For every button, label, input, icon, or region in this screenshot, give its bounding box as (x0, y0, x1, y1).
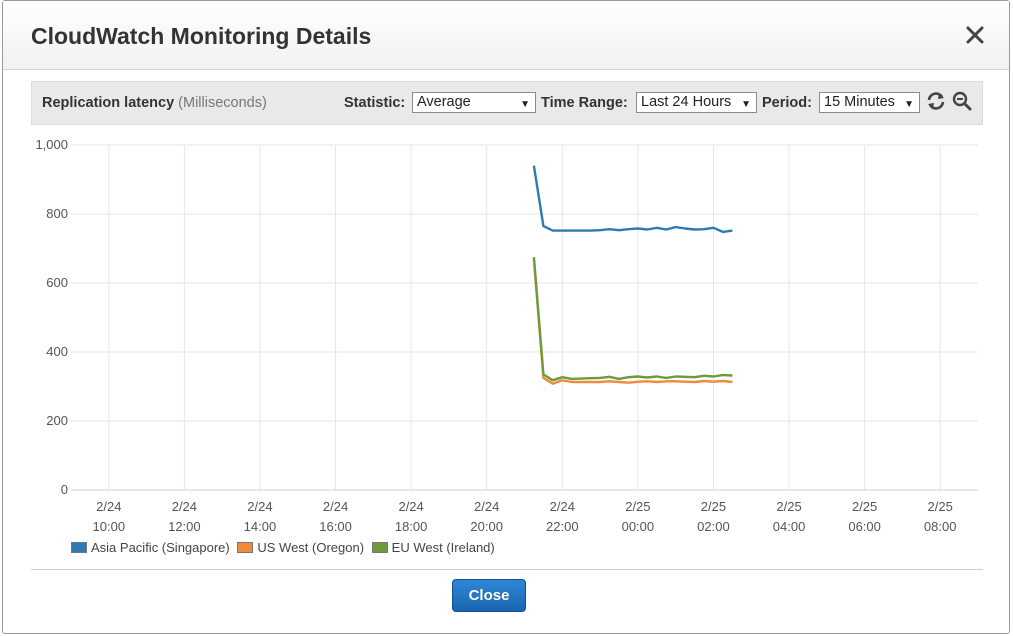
dialog-title: CloudWatch Monitoring Details (31, 23, 372, 49)
x-tick-time: 12:00 (168, 519, 201, 534)
x-tick-time: 18:00 (395, 519, 428, 534)
y-tick-label: 400 (46, 344, 68, 359)
x-tick-date: 2/25 (776, 499, 801, 514)
metric-unit: (Milliseconds) (178, 95, 267, 111)
time-range-value: Last 24 Hours (641, 94, 732, 110)
x-tick-date: 2/24 (323, 499, 348, 514)
x-tick-date: 2/25 (625, 499, 650, 514)
refresh-icon[interactable] (925, 90, 947, 112)
y-tick-label: 200 (46, 413, 68, 428)
monitoring-dialog: CloudWatch Monitoring Details Replicatio… (2, 0, 1010, 634)
statistic-select[interactable]: Average ▼ (412, 92, 536, 113)
x-tick-time: 08:00 (924, 519, 957, 534)
dropdown-arrow-icon: ▼ (741, 99, 751, 110)
latency-chart: 0 200 400 600 800 1,000 2/24 10:00 2/24 12:00 2/24… (3, 131, 1009, 561)
legend-item-singapore[interactable]: Asia Pacific (Singapore) (71, 540, 230, 555)
x-tick-date: 2/24 (398, 499, 423, 514)
x-tick-date: 2/25 (928, 499, 953, 514)
series-line-eu-west-ireland (532, 257, 733, 382)
metric-title: Replication latency (Milliseconds) (42, 95, 267, 111)
x-tick-date: 2/24 (96, 499, 121, 514)
x-tick-time: 10:00 (93, 519, 126, 534)
series-line-us-west-oregon (532, 258, 733, 385)
close-button[interactable]: Close (452, 579, 526, 612)
series-line-asia-pacific-singapore (532, 165, 733, 234)
period-select[interactable]: 15 Minutes ▼ (819, 92, 920, 113)
x-tick-time: 14:00 (244, 519, 277, 534)
metric-toolbar: Replication latency (Milliseconds) Statis… (31, 81, 983, 125)
x-tick-time: 00:00 (622, 519, 655, 534)
legend-swatch (371, 542, 388, 553)
metric-name: Replication latency (42, 95, 175, 111)
period-label: Period: (762, 95, 812, 111)
footer-divider (31, 569, 983, 570)
close-icon[interactable] (963, 23, 987, 47)
x-tick-time: 16:00 (319, 519, 352, 534)
period-value: 15 Minutes (824, 94, 895, 110)
x-tick-time: 06:00 (848, 519, 881, 534)
x-tick-time: 22:00 (546, 519, 579, 534)
x-tick-date: 2/24 (172, 499, 197, 514)
dialog-header: CloudWatch Monitoring Details (3, 1, 1009, 70)
zoom-out-icon[interactable] (951, 90, 973, 112)
time-range-select[interactable]: Last 24 Hours ▼ (636, 92, 757, 113)
x-tick-time: 20:00 (470, 519, 503, 534)
legend-item-oregon[interactable]: US West (Oregon) (237, 540, 364, 555)
statistic-label: Statistic: (344, 95, 406, 111)
legend-item-ireland[interactable]: EU West (Ireland) (371, 540, 495, 555)
y-tick-label: 600 (46, 275, 68, 290)
x-tick-date: 2/24 (550, 499, 575, 514)
legend-swatch (71, 542, 87, 553)
chart-canvas: 0 200 400 600 800 1,000 2/24 10:00 2/24 12:00 2/24… (35, 137, 978, 534)
legend-label: US West (Oregon) (257, 540, 365, 555)
x-tick-date: 2/25 (701, 499, 726, 514)
dropdown-arrow-icon: ▼ (904, 99, 914, 110)
x-tick-time: 02:00 (697, 519, 730, 534)
legend-label: EU West (Ireland) (391, 540, 495, 555)
y-tick-label: 0 (61, 482, 68, 497)
time-range-label: Time Range: (541, 95, 628, 111)
legend-swatch (237, 542, 254, 553)
x-tick-date: 2/24 (247, 499, 272, 514)
legend-label: Asia Pacific (Singapore) (91, 540, 230, 555)
x-tick-time: 04:00 (773, 519, 806, 534)
y-tick-label: 1,000 (35, 137, 68, 152)
x-tick-date: 2/25 (852, 499, 877, 514)
y-tick-label: 800 (46, 206, 68, 221)
statistic-value: Average (417, 94, 471, 110)
x-tick-date: 2/24 (474, 499, 499, 514)
chart-legend: Asia Pacific (Singapore) US West (Oregon… (71, 540, 499, 558)
dropdown-arrow-icon: ▼ (520, 99, 530, 110)
